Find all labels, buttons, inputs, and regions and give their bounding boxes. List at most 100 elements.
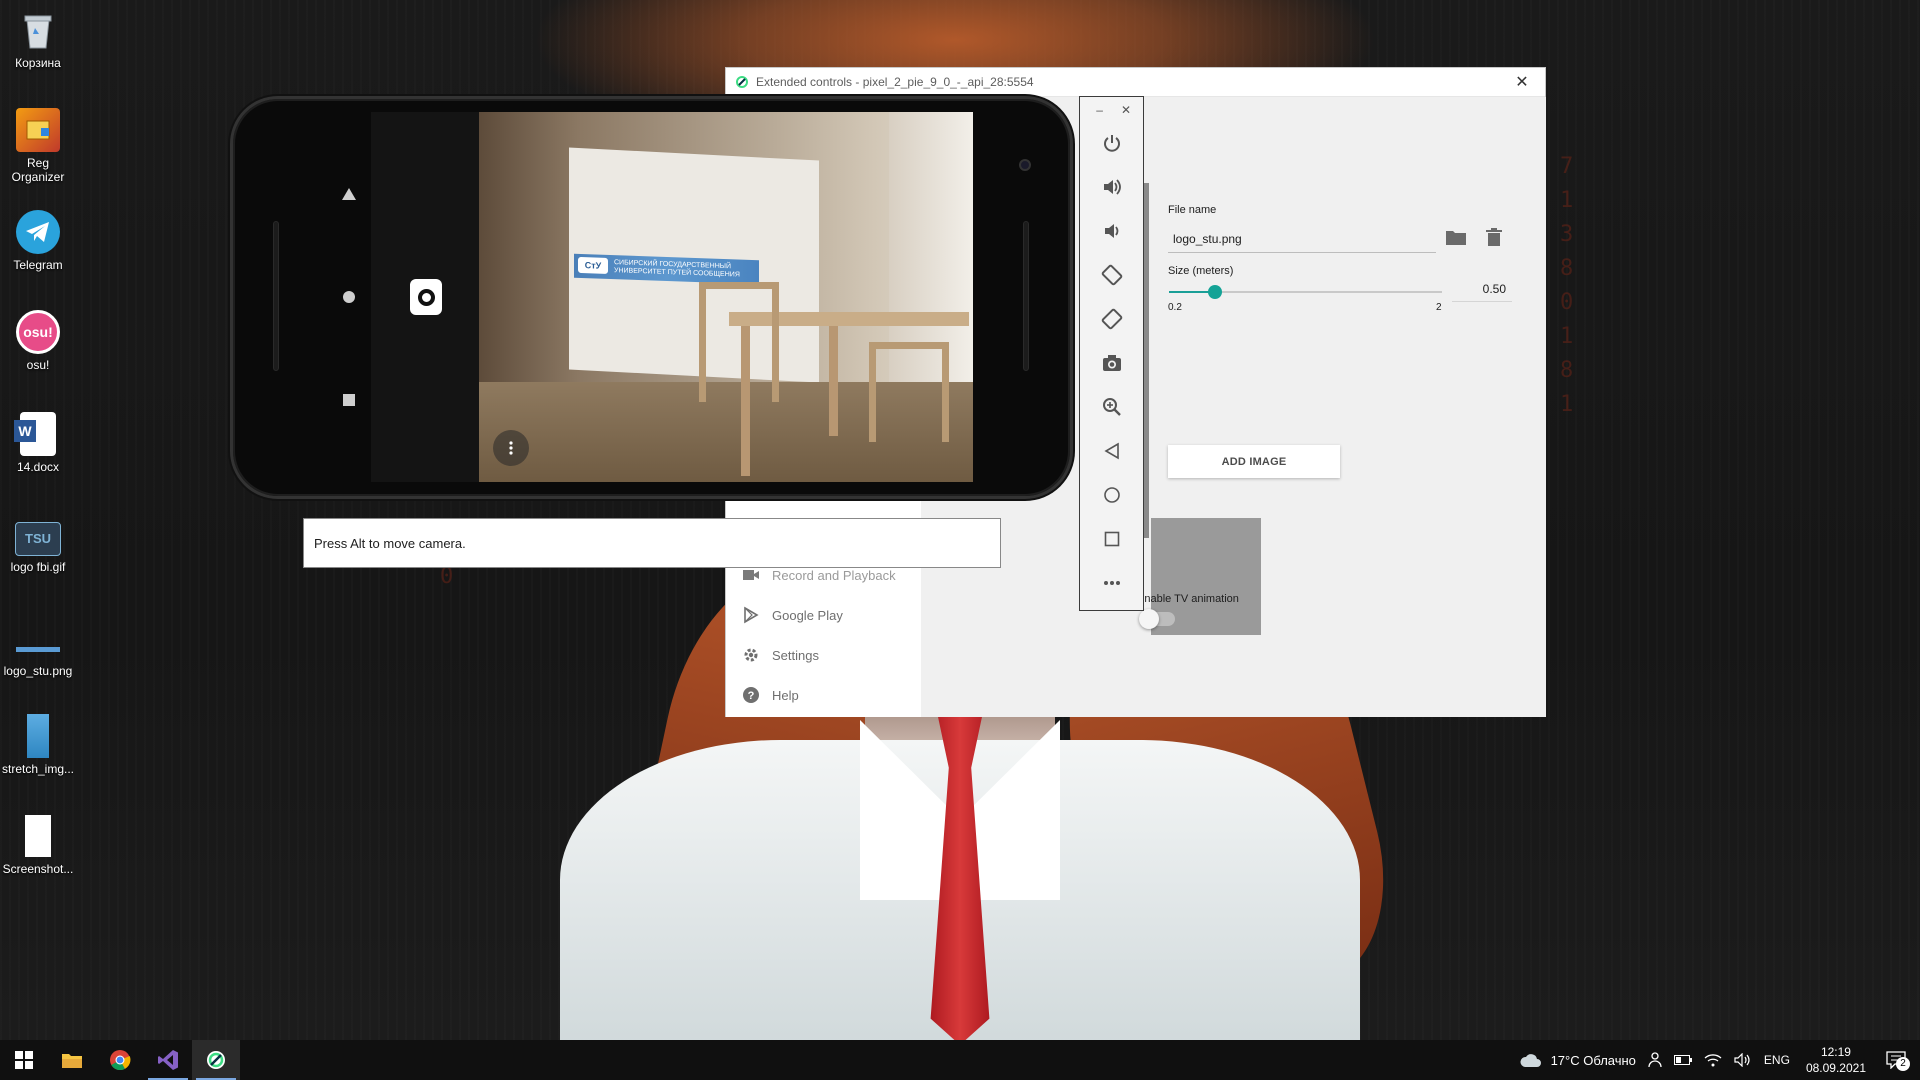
gif-thumbnail-icon: TSU <box>15 522 61 556</box>
visual-studio-icon <box>158 1050 178 1070</box>
size-label: Size (meters) <box>1168 265 1234 277</box>
battery-saver-indicator[interactable] <box>1648 1052 1662 1068</box>
android-nav-bar <box>233 99 371 502</box>
slider-thumb[interactable] <box>1207 285 1222 299</box>
nav-home-icon[interactable] <box>342 290 356 304</box>
desktop-icon-label: logo fbi.gif <box>10 560 66 574</box>
more-button[interactable] <box>1098 569 1126 597</box>
volume-up-icon <box>1104 179 1121 195</box>
desktop-icon-label: osu! <box>26 358 50 372</box>
taskbar-chrome[interactable] <box>96 1040 144 1080</box>
nav-label: Help <box>772 687 799 703</box>
virtual-scene-chair <box>869 342 949 442</box>
size-min-label: 0.2 <box>1168 302 1182 313</box>
add-image-button[interactable]: ADD IMAGE <box>1168 445 1340 478</box>
help-icon: ? <box>743 687 759 703</box>
taskbar-android-studio[interactable] <box>192 1040 240 1080</box>
svg-text:?: ? <box>748 690 755 702</box>
back-button[interactable] <box>1098 437 1126 465</box>
browse-folder-button[interactable] <box>1443 224 1469 250</box>
desktop-icon-reg-organizer[interactable]: Reg Organizer <box>0 108 76 184</box>
camera-viewfinder[interactable]: СтУ СИБИРСКИЙ ГОСУДАРСТВЕННЫЙ УНИВЕРСИТЕ… <box>479 112 973 482</box>
word-badge: W <box>14 420 36 442</box>
emulator-screen[interactable]: СтУ СИБИРСКИЙ ГОСУДАРСТВЕННЫЙ УНИВЕРСИТЕ… <box>371 112 973 482</box>
rotate-left-button[interactable] <box>1098 261 1126 289</box>
clock[interactable]: 12:19 08.09.2021 <box>1806 1044 1866 1076</box>
screenshot-thumbnail-icon <box>16 814 60 858</box>
toolbar-window-controls: – ✕ <box>1096 103 1131 117</box>
nav-settings[interactable]: Settings <box>726 635 921 675</box>
windows-taskbar: 17°C Облачно ENG 12:19 08.09.2021 2 <box>0 1040 1920 1080</box>
more-vertical-icon <box>509 441 513 455</box>
nav-help[interactable]: ? Help <box>726 675 921 715</box>
desktop-icon-stretch-img[interactable]: stretch_img... <box>0 714 76 776</box>
desktop-icon-label: 14.docx <box>16 460 60 474</box>
shutter-button[interactable] <box>410 279 442 315</box>
desktop-icon-label: Корзина <box>15 56 61 70</box>
image-thumbnail-icon <box>16 714 60 758</box>
desktop-icon-docx[interactable]: W 14.docx <box>0 412 76 474</box>
volume-down-button[interactable] <box>1098 217 1126 245</box>
toolbar-close-button[interactable]: ✕ <box>1121 103 1131 117</box>
wifi-icon <box>1704 1054 1722 1067</box>
volume-indicator[interactable] <box>1734 1053 1752 1067</box>
front-camera <box>1019 159 1031 171</box>
volume-up-button[interactable] <box>1098 173 1126 201</box>
power-button[interactable] <box>1098 129 1126 157</box>
screenshot-button[interactable] <box>1098 349 1126 377</box>
start-button[interactable] <box>0 1040 48 1080</box>
table-leg <box>829 326 838 436</box>
zoom-button[interactable] <box>1098 393 1126 421</box>
nav-back-icon[interactable] <box>341 187 357 201</box>
size-max-label: 2 <box>1436 302 1442 313</box>
file-name-field[interactable]: logo_stu.png <box>1168 223 1436 253</box>
overview-button[interactable] <box>1098 525 1126 553</box>
taskbar-visual-studio[interactable] <box>144 1040 192 1080</box>
desktop-icon-logo-fbi[interactable]: TSU logo fbi.gif <box>0 512 76 574</box>
window-close-button[interactable]: ✕ <box>1499 72 1545 92</box>
desktop-icon-label: stretch_img... <box>1 762 75 776</box>
desktop-icon-label: Telegram <box>13 258 63 272</box>
delete-image-button[interactable] <box>1481 224 1507 250</box>
chrome-icon <box>110 1050 131 1071</box>
desktop-icon-telegram[interactable]: Telegram <box>0 210 76 272</box>
desktop-icon-logo-stu[interactable]: logo_stu.png <box>0 616 76 678</box>
desktop-icon-screenshot[interactable]: Screenshot... <box>0 814 76 876</box>
png-thumbnail-icon <box>16 616 60 660</box>
battery-indicator[interactable] <box>1673 1054 1692 1066</box>
clock-time: 12:19 <box>1820 1045 1851 1059</box>
weather-widget[interactable]: 17°C Облачно <box>1519 1052 1636 1068</box>
desktop-icon-label: logo_stu.png <box>3 664 73 678</box>
emulator-toolbar: – ✕ <box>1079 96 1144 611</box>
camera-icon <box>1103 355 1121 371</box>
clock-date: 08.09.2021 <box>1805 1061 1866 1075</box>
desktop-icon-label: Screenshot... <box>2 862 74 876</box>
desktop-icon-osu[interactable]: osu! osu! <box>0 310 76 372</box>
language-indicator[interactable]: ENG <box>1764 1053 1790 1067</box>
notification-center-button[interactable]: 2 <box>1886 1051 1910 1071</box>
home-button[interactable] <box>1098 481 1126 509</box>
back-icon <box>1104 442 1119 460</box>
nav-overview-icon[interactable] <box>342 393 356 407</box>
notification-count: 2 <box>1896 1057 1910 1071</box>
rotate-left-icon <box>1101 264 1123 286</box>
shutter-icon <box>417 288 435 306</box>
extended-controls-titlebar[interactable]: Extended controls - pixel_2_pie_9_0_-_ap… <box>726 68 1545 97</box>
emulator-device-frame: СтУ СИБИРСКИЙ ГОСУДАРСТВЕННЫЙ УНИВЕРСИТЕ… <box>230 96 1073 499</box>
wifi-indicator[interactable] <box>1704 1053 1722 1067</box>
rotate-right-button[interactable] <box>1098 305 1126 333</box>
word-document-icon: W <box>14 412 56 456</box>
wallpaper-glyphs: 7 1 3 8 0 1 8 1 <box>1560 154 1574 417</box>
tv-animation-toggle[interactable] <box>1139 609 1175 629</box>
weather-text: 17°C Облачно <box>1550 1052 1636 1068</box>
size-value-field[interactable]: 0.50 <box>1452 276 1512 302</box>
nav-label: Record and Playback <box>772 567 896 583</box>
camera-more-button[interactable] <box>493 430 529 466</box>
taskbar-file-explorer[interactable] <box>48 1040 96 1080</box>
toolbar-minimize-button[interactable]: – <box>1096 103 1103 117</box>
windows-logo-icon <box>15 1051 33 1069</box>
window-title: Extended controls - pixel_2_pie_9_0_-_ap… <box>756 75 1034 89</box>
desktop-icon-recycle-bin[interactable]: Корзина <box>0 8 76 70</box>
nav-google-play[interactable]: Google Play <box>726 595 921 635</box>
size-slider[interactable] <box>1169 285 1442 299</box>
